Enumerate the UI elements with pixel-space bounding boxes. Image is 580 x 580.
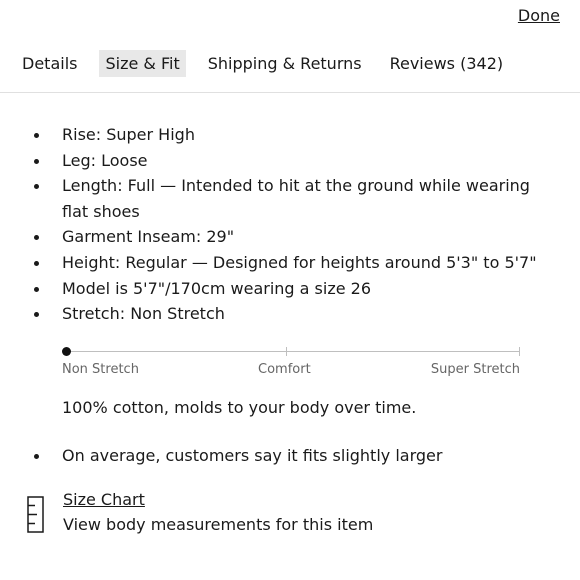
list-item: Garment Inseam: 29" xyxy=(34,224,554,250)
tab-reviews[interactable]: Reviews (342) xyxy=(384,50,510,77)
fabric-note: 100% cotton, molds to your body over tim… xyxy=(62,398,417,417)
tab-size-fit[interactable]: Size & Fit xyxy=(99,50,186,77)
fit-details-list: Rise: Super High Leg: Loose Length: Full… xyxy=(34,122,554,327)
list-item: Leg: Loose xyxy=(34,148,554,174)
stretch-scale-labels: Non Stretch Comfort Super Stretch xyxy=(62,362,520,380)
list-item: Rise: Super High xyxy=(34,122,554,148)
size-chart-description: View body measurements for this item xyxy=(63,515,374,534)
stretch-label-low: Non Stretch xyxy=(62,362,139,377)
tab-bar: Details Size & Fit Shipping & Returns Re… xyxy=(16,50,509,77)
list-item: Stretch: Non Stretch xyxy=(34,301,554,327)
list-item: Height: Regular — Designed for heights a… xyxy=(34,250,554,276)
ruler-icon xyxy=(27,496,44,533)
list-item: Model is 5'7"/170cm wearing a size 26 xyxy=(34,276,554,302)
stretch-indicator xyxy=(62,347,71,356)
stretch-label-high: Super Stretch xyxy=(430,362,520,377)
list-item: On average, customers say it fits slight… xyxy=(34,443,442,469)
stretch-tick-mid xyxy=(286,347,287,356)
stretch-track xyxy=(66,351,520,352)
stretch-label-mid: Comfort xyxy=(258,362,311,377)
list-item: Length: Full — Intended to hit at the gr… xyxy=(34,173,554,224)
stretch-scale xyxy=(62,345,520,359)
stretch-tick-end xyxy=(519,347,520,356)
tab-shipping-returns[interactable]: Shipping & Returns xyxy=(202,50,368,77)
tab-divider xyxy=(0,92,580,93)
size-chart-link[interactable]: Size Chart xyxy=(63,490,145,509)
tab-details[interactable]: Details xyxy=(16,50,83,77)
done-button[interactable]: Done xyxy=(518,6,560,25)
fit-feedback-list: On average, customers say it fits slight… xyxy=(34,443,442,469)
